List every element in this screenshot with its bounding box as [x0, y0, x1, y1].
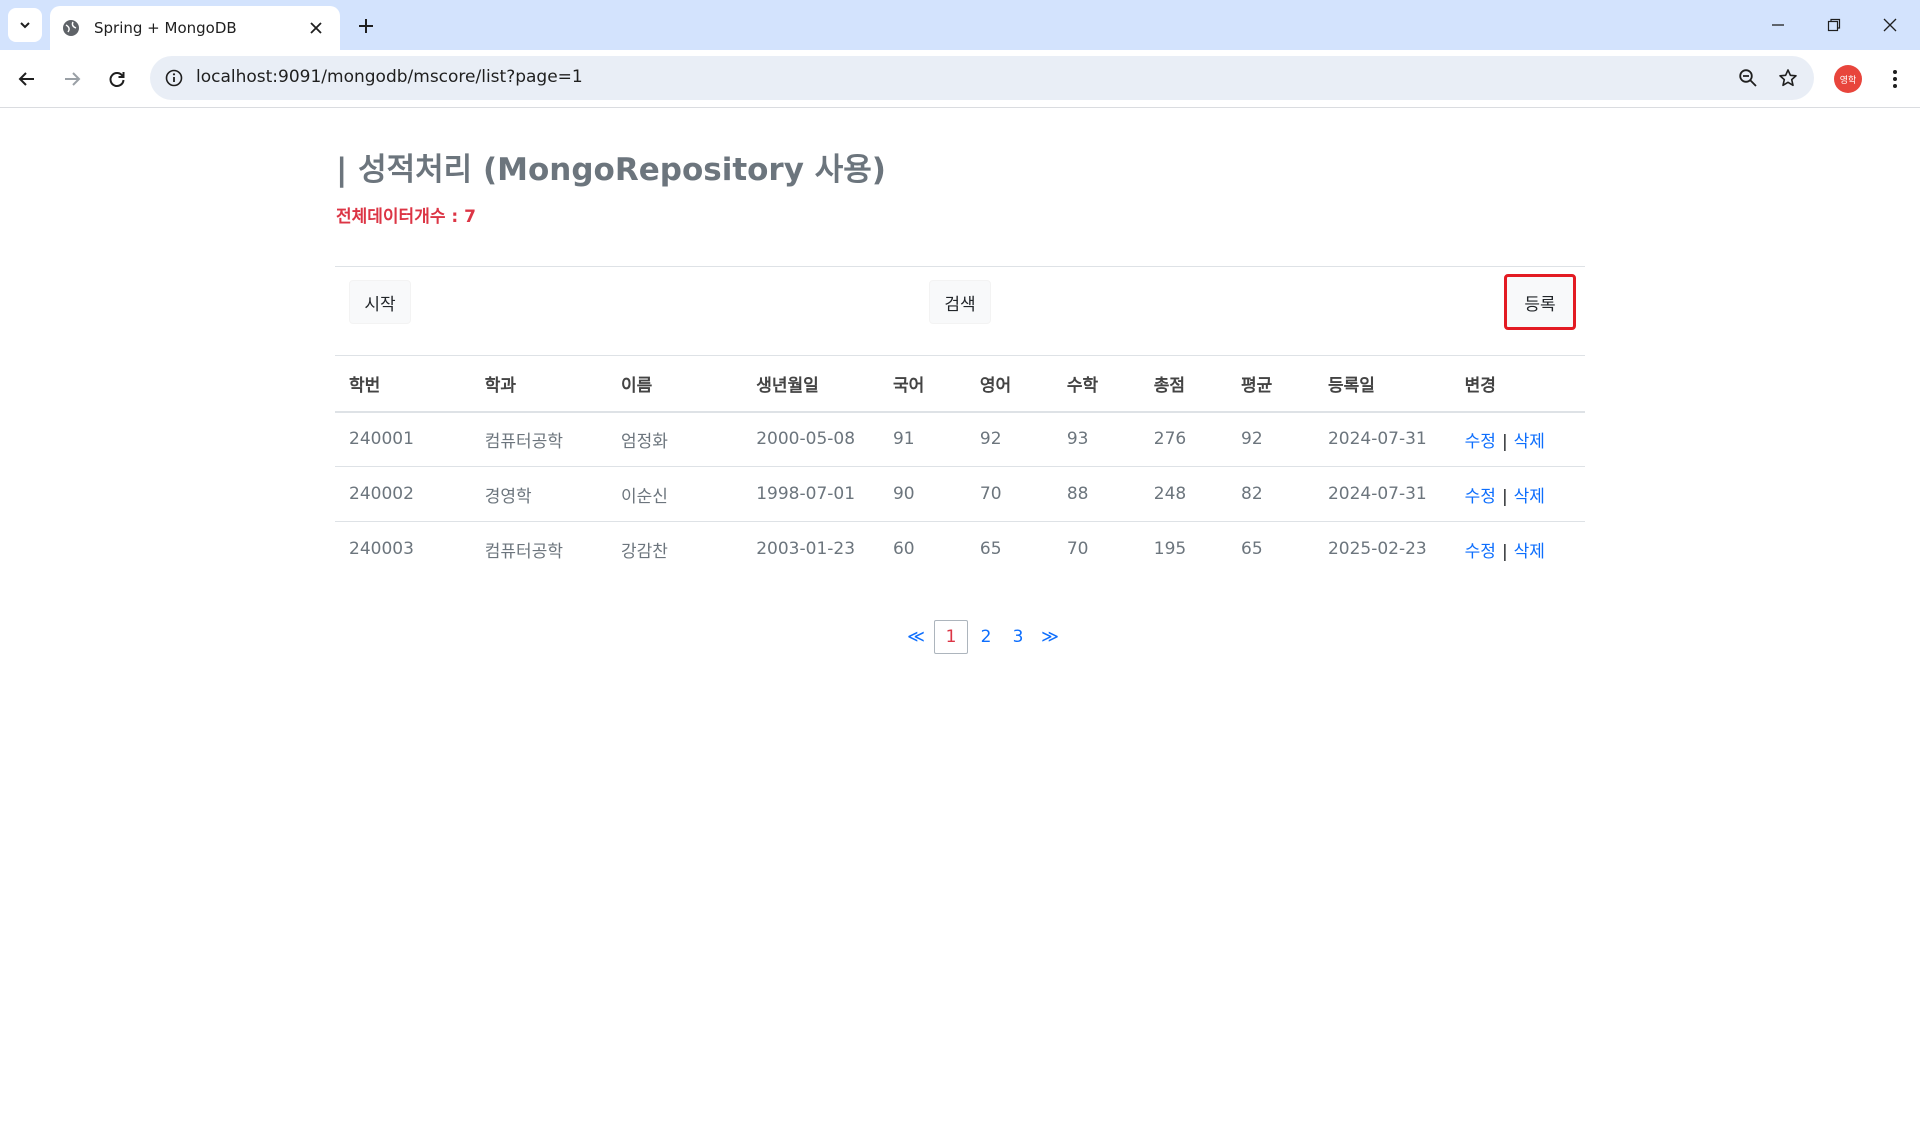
- action-separator: |: [1501, 541, 1508, 562]
- bookmark-star-icon[interactable]: [1776, 66, 1800, 90]
- header-student-id: 학번: [335, 355, 471, 413]
- url-text[interactable]: localhost:9091/mongodb/mscore/list?page=…: [196, 67, 583, 87]
- cell-math: 70: [1066, 539, 1089, 560]
- window-close-icon[interactable]: [1862, 0, 1918, 50]
- cell-student-id: 240002: [335, 466, 471, 522]
- profile-avatar[interactable]: 영학: [1834, 65, 1862, 93]
- delete-link[interactable]: 삭제: [1514, 487, 1545, 507]
- cell-birthdate: 1998-07-01: [742, 466, 879, 522]
- cell-average: 92: [1227, 411, 1314, 467]
- cell-reg-date: 2025-02-23: [1327, 539, 1427, 560]
- cell-math: 93: [1052, 411, 1140, 467]
- cell-total: 195: [1153, 539, 1187, 560]
- header-english: 영어: [965, 355, 1053, 413]
- score-table: 학번 학과 이름 생년월일 국어 영어 수학 총점 평균 등록일 변경 2400…: [335, 355, 1585, 577]
- cell-korean: 90: [878, 466, 966, 522]
- prev-page-icon[interactable]: ≪: [902, 620, 930, 654]
- table-row: 240001 컴퓨터공학 엄정화 2000-05-08 91 92 93 276…: [335, 411, 1585, 467]
- cell-birthdate: 2003-01-23: [756, 539, 856, 560]
- header-average: 평균: [1227, 355, 1314, 413]
- delete-link[interactable]: 삭제: [1514, 432, 1545, 452]
- next-page-icon[interactable]: ≫: [1036, 620, 1064, 654]
- header-department: 학과: [470, 355, 607, 413]
- header-total: 총점: [1139, 355, 1227, 413]
- chevron-down-icon: [20, 22, 30, 29]
- cell-department: 경영학: [470, 466, 607, 522]
- tab-search-button[interactable]: [8, 8, 42, 42]
- header-birthdate: 생년월일: [742, 355, 879, 413]
- header-math: 수학: [1052, 355, 1140, 413]
- table-row: 240003 컴퓨터공학 강감찬 2003-01-23 60 65 70 195…: [335, 522, 1585, 577]
- pagination: ≪ 1 2 3 ≫: [900, 620, 1066, 654]
- action-separator: |: [1501, 431, 1508, 452]
- header-reg-date: 등록일: [1313, 355, 1451, 413]
- restore-icon[interactable]: [1806, 0, 1862, 50]
- page-link-2[interactable]: 2: [972, 620, 1000, 654]
- address-bar[interactable]: localhost:9091/mongodb/mscore/list?page=…: [150, 56, 1814, 100]
- edit-link[interactable]: 수정: [1465, 432, 1496, 452]
- cell-department: 컴퓨터공학: [484, 541, 563, 562]
- cell-actions: 수정 | 삭제: [1451, 522, 1585, 577]
- cell-reg-date: 2024-07-31: [1313, 411, 1451, 467]
- cell-student-id: 240003: [349, 539, 414, 560]
- browser-menu-icon[interactable]: [1878, 62, 1912, 96]
- site-info-icon[interactable]: [162, 66, 186, 90]
- cell-total: 276: [1139, 411, 1227, 467]
- forward-icon[interactable]: [55, 62, 89, 96]
- table-header-row: 학번 학과 이름 생년월일 국어 영어 수학 총점 평균 등록일 변경: [335, 355, 1585, 413]
- register-button[interactable]: 등록: [1504, 274, 1576, 330]
- page-link-3[interactable]: 3: [1004, 620, 1032, 654]
- page-title: | 성적처리 (MongoRepository 사용): [336, 152, 886, 188]
- table-row: 240002 경영학 이순신 1998-07-01 90 70 88 248 8…: [335, 466, 1585, 522]
- tab-close-icon[interactable]: [304, 16, 328, 40]
- tab-title: Spring + MongoDB: [94, 19, 237, 37]
- cell-name: 엄정화: [606, 411, 743, 467]
- edit-link[interactable]: 수정: [1465, 487, 1496, 507]
- browser-tab[interactable]: Spring + MongoDB: [50, 6, 340, 50]
- globe-icon: [63, 20, 79, 36]
- cell-korean: 91: [878, 411, 966, 467]
- total-count-label: 전체데이터개수 : 7: [336, 207, 476, 227]
- reload-icon[interactable]: [100, 62, 134, 96]
- minimize-icon[interactable]: [1750, 0, 1806, 50]
- cell-actions: 수정 | 삭제: [1450, 466, 1585, 522]
- new-tab-icon[interactable]: [352, 12, 380, 40]
- cell-birthdate: 2000-05-08: [742, 411, 879, 467]
- divider: [335, 266, 1585, 267]
- cell-name: 이순신: [606, 466, 743, 522]
- browser-tab-strip: Spring + MongoDB: [0, 0, 1920, 50]
- cell-actions: 수정 | 삭제: [1450, 411, 1585, 467]
- cell-english: 92: [965, 411, 1053, 467]
- cell-korean: 60: [892, 539, 915, 560]
- search-button[interactable]: 검색: [929, 280, 991, 324]
- cell-english: 65: [979, 539, 1002, 560]
- cell-average: 82: [1227, 466, 1314, 522]
- cell-name: 강감찬: [620, 541, 668, 562]
- header-name: 이름: [606, 355, 743, 413]
- cell-student-id: 240001: [335, 411, 471, 467]
- header-korean: 국어: [878, 355, 966, 413]
- delete-link[interactable]: 삭제: [1514, 542, 1545, 562]
- cell-department: 컴퓨터공학: [470, 411, 607, 467]
- action-separator: |: [1501, 486, 1508, 507]
- cell-english: 70: [965, 466, 1053, 522]
- cell-average: 65: [1241, 539, 1263, 560]
- edit-link[interactable]: 수정: [1465, 542, 1496, 562]
- header-actions: 변경: [1450, 355, 1585, 413]
- start-button[interactable]: 시작: [349, 280, 411, 324]
- browser-toolbar: localhost:9091/mongodb/mscore/list?page=…: [0, 50, 1920, 108]
- back-icon[interactable]: [10, 62, 44, 96]
- cell-total: 248: [1139, 466, 1227, 522]
- cell-reg-date: 2024-07-31: [1313, 466, 1451, 522]
- cell-math: 88: [1052, 466, 1140, 522]
- page-link-1[interactable]: 1: [934, 620, 968, 654]
- zoom-icon[interactable]: [1736, 66, 1760, 90]
